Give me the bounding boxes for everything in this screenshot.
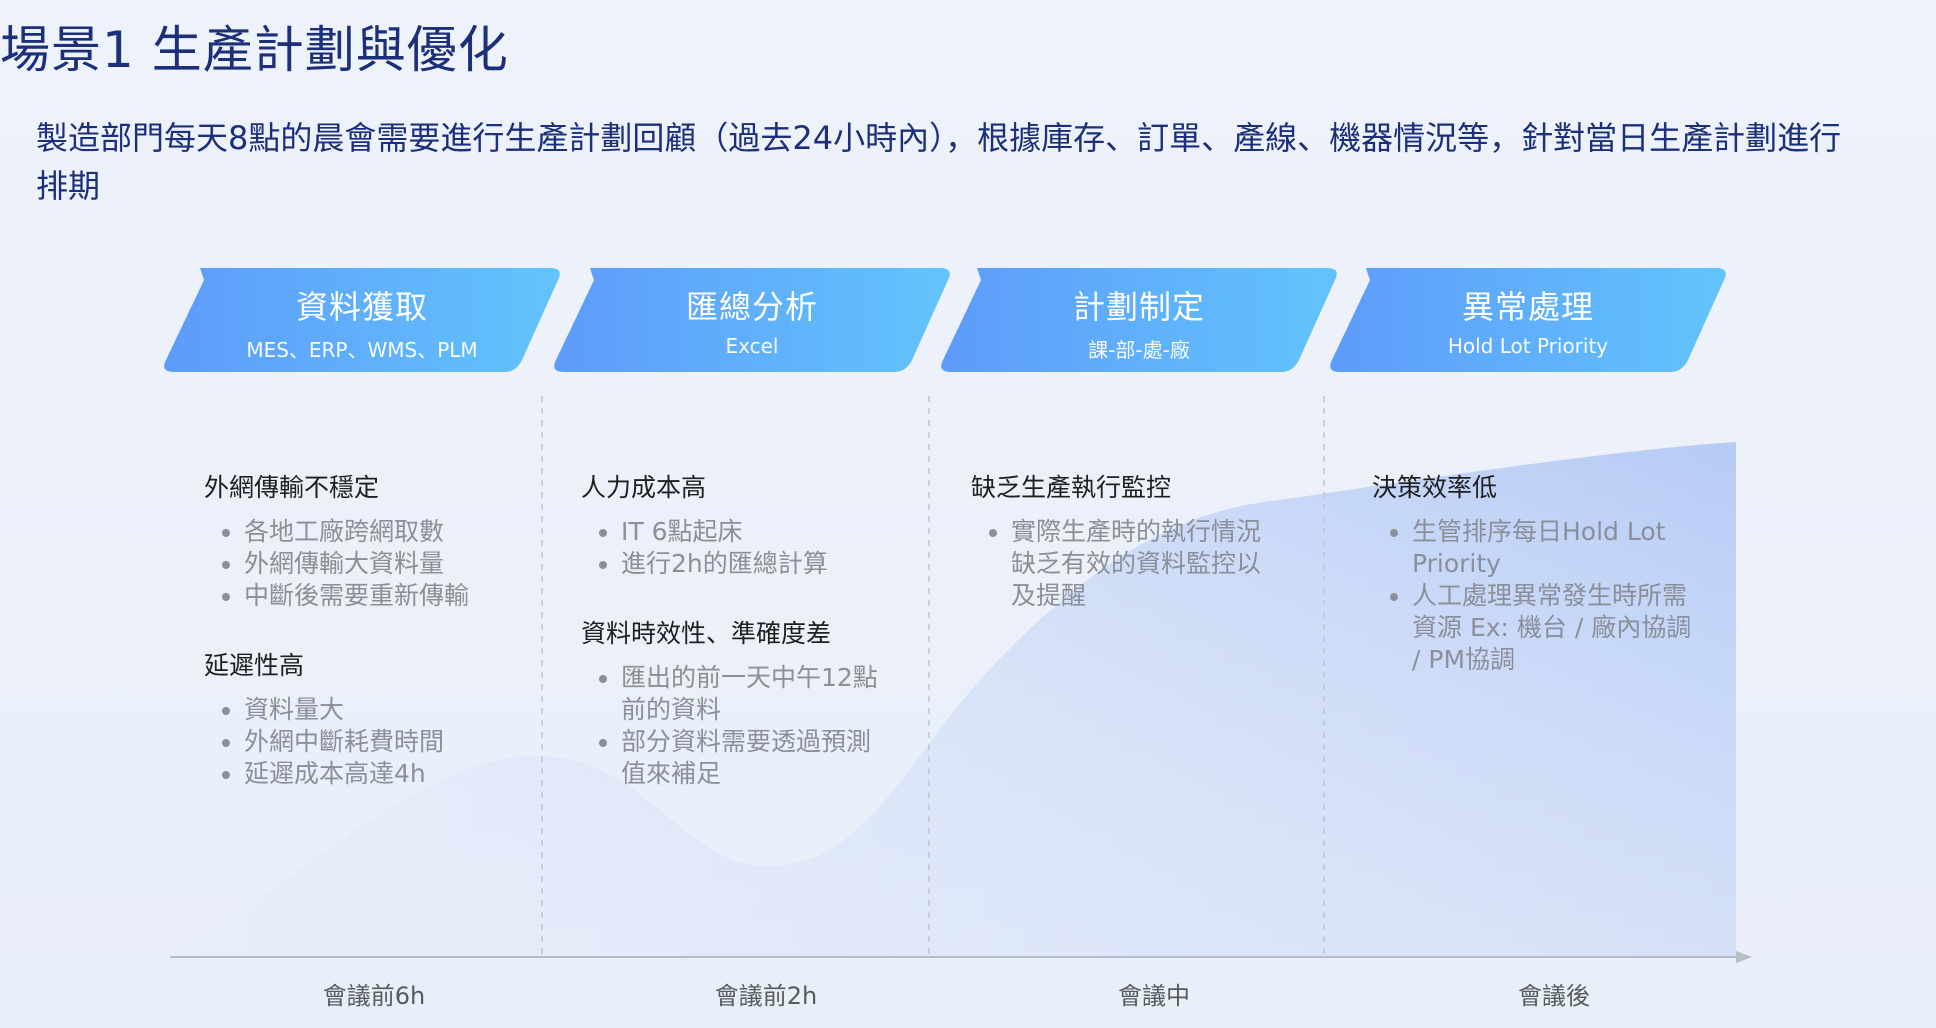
stage-header-exception-handling: 異常處理 Hold Lot Priority bbox=[1328, 268, 1728, 372]
pain-point-heading: 外網傳輸不穩定 bbox=[204, 473, 380, 502]
stage-title: 異常處理 bbox=[1461, 288, 1594, 326]
stage-header-summary-analysis: 匯總分析 Excel bbox=[552, 268, 952, 372]
stage-header-plan-making: 計劃制定 課-部-處-廠 bbox=[939, 268, 1339, 372]
timeline-label-before-6h: 會議前6h bbox=[322, 982, 426, 1010]
pain-point-block: 決策效率低 生管排序每日Hold Lot Priority 人工處理異常發生時所… bbox=[1372, 468, 1692, 676]
stage-title: 匯總分析 bbox=[685, 288, 818, 326]
timeline-label-after: 會議後 bbox=[1518, 982, 1590, 1010]
stage-subtitle: Excel bbox=[725, 334, 779, 358]
list-item: 進行2h的匯總計算 bbox=[621, 548, 891, 580]
pain-point-block: 延遲性高 資料量大 外網中斷耗費時間 延遲成本高達4h bbox=[204, 646, 534, 790]
stage-title: 資料獲取 bbox=[295, 288, 428, 326]
pain-point-list: 資料量大 外網中斷耗費時間 延遲成本高達4h bbox=[204, 694, 534, 790]
stage-subtitle: Hold Lot Priority bbox=[1447, 334, 1609, 358]
pain-point-list: IT 6點起床 進行2h的匯總計算 bbox=[581, 516, 891, 580]
stage-column-2: 人力成本高 IT 6點起床 進行2h的匯總計算 資料時效性、準確度差 匯出的前一… bbox=[581, 468, 891, 824]
list-item: 實際生產時的執行情況缺乏有效的資料監控以及提醒 bbox=[1011, 516, 1271, 612]
pain-point-block: 資料時效性、準確度差 匯出的前一天中午12點前的資料 部分資料需要透過預測值來補… bbox=[581, 614, 891, 790]
list-item: 外網中斷耗費時間 bbox=[244, 726, 534, 758]
pain-point-heading: 延遲性高 bbox=[204, 651, 305, 680]
timeline-label-before-2h: 會議前2h bbox=[714, 982, 818, 1010]
list-item: 延遲成本高達4h bbox=[244, 758, 534, 790]
timeline-label-during: 會議中 bbox=[1118, 982, 1190, 1010]
stage-subtitle: 課-部-處-廠 bbox=[1088, 338, 1190, 362]
pain-point-heading: 缺乏生產執行監控 bbox=[971, 473, 1172, 502]
list-item: 外網傳輸大資料量 bbox=[244, 548, 534, 580]
list-item: 人工處理異常發生時所需資源 Ex: 機台 / 廠內協調 / PM協調 bbox=[1412, 580, 1692, 676]
stage-column-3: 缺乏生產執行監控 實際生產時的執行情況缺乏有效的資料監控以及提醒 bbox=[971, 468, 1271, 646]
pain-point-list: 各地工廠跨網取數 外網傳輸大資料量 中斷後需要重新傳輸 bbox=[204, 516, 534, 612]
stage-header-data-acquisition: 資料獲取 MES、ERP、WMS、PLM bbox=[162, 268, 562, 372]
pain-point-heading: 決策效率低 bbox=[1372, 473, 1498, 502]
stage-subtitle: MES、ERP、WMS、PLM bbox=[246, 338, 478, 362]
stage-column-1: 外網傳輸不穩定 各地工廠跨網取數 外網傳輸大資料量 中斷後需要重新傳輸 延遲性高… bbox=[204, 468, 534, 824]
timeline-arrow-icon bbox=[1736, 951, 1752, 963]
pain-point-block: 缺乏生產執行監控 實際生產時的執行情況缺乏有效的資料監控以及提醒 bbox=[971, 468, 1271, 612]
list-item: IT 6點起床 bbox=[621, 516, 891, 548]
list-item: 中斷後需要重新傳輸 bbox=[244, 580, 534, 612]
pain-point-heading: 人力成本高 bbox=[581, 473, 707, 502]
pain-point-heading: 資料時效性、準確度差 bbox=[581, 619, 832, 648]
list-item: 部分資料需要透過預測值來補足 bbox=[621, 726, 891, 790]
pain-point-list: 生管排序每日Hold Lot Priority 人工處理異常發生時所需資源 Ex… bbox=[1372, 516, 1692, 676]
list-item: 生管排序每日Hold Lot Priority bbox=[1412, 516, 1692, 580]
pain-point-block: 外網傳輸不穩定 各地工廠跨網取數 外網傳輸大資料量 中斷後需要重新傳輸 bbox=[204, 468, 534, 612]
list-item: 匯出的前一天中午12點前的資料 bbox=[621, 662, 891, 726]
list-item: 資料量大 bbox=[244, 694, 534, 726]
pain-point-list: 匯出的前一天中午12點前的資料 部分資料需要透過預測值來補足 bbox=[581, 662, 891, 790]
pain-point-block: 人力成本高 IT 6點起床 進行2h的匯總計算 bbox=[581, 468, 891, 580]
stage-column-4: 決策效率低 生管排序每日Hold Lot Priority 人工處理異常發生時所… bbox=[1372, 468, 1692, 710]
stage-title: 計劃制定 bbox=[1072, 288, 1205, 326]
list-item: 各地工廠跨網取數 bbox=[244, 516, 534, 548]
pain-point-list: 實際生產時的執行情況缺乏有效的資料監控以及提醒 bbox=[971, 516, 1271, 612]
